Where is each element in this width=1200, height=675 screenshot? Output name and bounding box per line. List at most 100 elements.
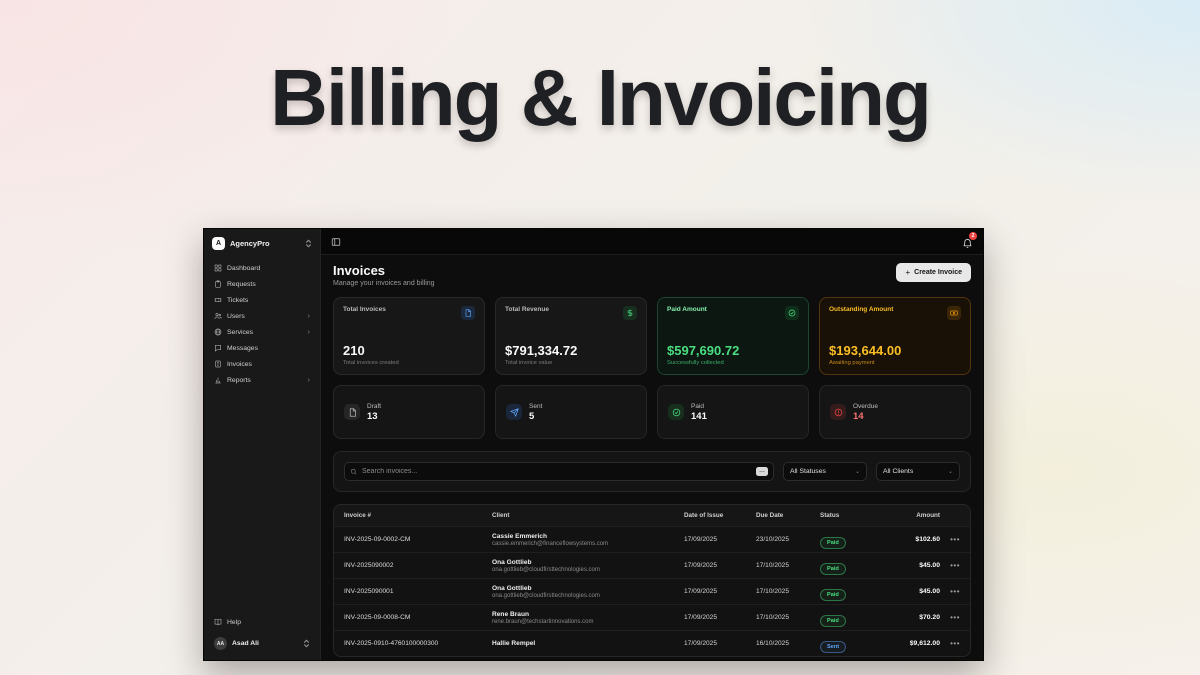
status-badge: Paid [820, 537, 846, 549]
alert-circle-icon [830, 404, 846, 420]
users-icon [214, 312, 222, 320]
search-box[interactable]: ... [344, 462, 774, 481]
due-date: 17/10/2025 [756, 588, 820, 595]
status-filter-select[interactable]: All Statuses ⌄ [783, 462, 867, 481]
client-email: rene.braun@techstartinnovations.com [492, 619, 684, 625]
card-caption: Total invoices created [343, 360, 475, 366]
file-icon [461, 306, 475, 320]
client-email: cassie.emmerich@financeflowsystems.com [492, 541, 684, 547]
issue-date: 17/09/2025 [684, 536, 756, 543]
chevrons-up-down-icon [303, 639, 310, 648]
sidebar-toggle-icon[interactable] [331, 237, 341, 247]
grid-icon [214, 264, 222, 272]
main-area: 2 Invoices Manage your invoices and bill… [321, 229, 983, 660]
card-caption: Awaiting payment [829, 360, 961, 366]
status-card-value: 13 [367, 411, 381, 422]
chevron-down-icon: ⌄ [948, 468, 953, 475]
invoices-table: Invoice # Client Date of Issue Due Date … [333, 504, 971, 657]
search-input[interactable] [362, 468, 751, 475]
issue-date: 17/09/2025 [684, 562, 756, 569]
search-shortcut-badge: ... [756, 467, 768, 476]
table-row[interactable]: INV-2025-09-0008-CM Rene Braun rene.brau… [334, 604, 970, 630]
client-name: Rene Braun [492, 611, 684, 618]
chevron-right-icon: › [308, 377, 310, 384]
sidebar-item-invoices[interactable]: Invoices [210, 357, 314, 371]
sidebar-item-services[interactable]: Services › [210, 325, 314, 339]
status-card-label: Sent [529, 403, 542, 410]
notification-badge: 2 [969, 232, 977, 240]
globe-icon [214, 328, 222, 336]
dollar-icon [623, 306, 637, 320]
user-name: Asad Ali [232, 640, 298, 647]
sidebar-item-label: Tickets [227, 297, 310, 304]
sidebar-item-reports[interactable]: Reports › [210, 373, 314, 387]
sidebar-item-messages[interactable]: Messages [210, 341, 314, 355]
invoice-number: INV-2025-0910-4760100000300 [344, 640, 492, 647]
sidebar: A AgencyPro Dashboard Requests Tickets U… [204, 229, 321, 660]
plus-icon: + [905, 268, 910, 277]
card-value: 210 [343, 343, 475, 358]
create-invoice-button[interactable]: + Create Invoice [896, 263, 971, 282]
col-due-date: Due Date [756, 512, 820, 519]
due-date: 17/10/2025 [756, 562, 820, 569]
table-header: Invoice # Client Date of Issue Due Date … [334, 505, 970, 526]
client-name: Ona Gottlieb [492, 559, 684, 566]
row-actions-button[interactable]: ••• [940, 639, 960, 648]
col-amount: Amount [878, 512, 940, 519]
status-card-label: Draft [367, 403, 381, 410]
row-actions-button[interactable]: ••• [940, 561, 960, 570]
card-value: $597,690.72 [667, 343, 799, 358]
sidebar-item-help[interactable]: Help [210, 616, 314, 628]
notifications-button[interactable]: 2 [962, 236, 973, 247]
row-actions-button[interactable]: ••• [940, 613, 960, 622]
status-card-value: 14 [853, 411, 878, 422]
sidebar-item-dashboard[interactable]: Dashboard [210, 261, 314, 275]
table-row[interactable]: INV-2025090001 Ona Gottlieb ona.gottlieb… [334, 578, 970, 604]
sidebar-item-label: Invoices [227, 361, 310, 368]
due-date: 17/10/2025 [756, 614, 820, 621]
row-actions-button[interactable]: ••• [940, 535, 960, 544]
table-row[interactable]: INV-2025-09-0002-CM Cassie Emmerich cass… [334, 526, 970, 552]
ticket-icon [214, 296, 222, 304]
page-subtitle: Manage your invoices and billing [333, 280, 435, 287]
chevrons-up-down-icon [305, 239, 312, 248]
bar-chart-icon [214, 376, 222, 384]
status-card-label: Paid [691, 403, 707, 410]
message-icon [214, 344, 222, 352]
table-row[interactable]: INV-2025090002 Ona Gottlieb ona.gottlieb… [334, 552, 970, 578]
clipboard-icon [214, 280, 222, 288]
sidebar-item-requests[interactable]: Requests [210, 277, 314, 291]
client-filter-select[interactable]: All Clients ⌄ [876, 462, 960, 481]
sidebar-item-label: Services [227, 329, 303, 336]
sidebar-item-tickets[interactable]: Tickets [210, 293, 314, 307]
table-row[interactable]: INV-2025-0910-4760100000300 Hallie Rempe… [334, 630, 970, 656]
status-cards: Draft 13 Sent 5 Paid 141 [333, 385, 971, 439]
sidebar-item-label: Dashboard [227, 265, 310, 272]
amount: $70.20 [878, 614, 940, 621]
issue-date: 17/09/2025 [684, 588, 756, 595]
invoice-icon [214, 360, 222, 368]
card-label: Total Revenue [505, 306, 549, 313]
due-date: 23/10/2025 [756, 536, 820, 543]
client-name: Hallie Rempel [492, 640, 684, 647]
card-total-invoices: Total Invoices 210 Total invoices create… [333, 297, 485, 375]
card-label: Paid Amount [667, 306, 707, 313]
status-card-value: 5 [529, 411, 542, 422]
card-overdue: Overdue 14 [819, 385, 971, 439]
check-circle-icon [785, 306, 799, 320]
user-menu[interactable]: AA Asad Ali [210, 635, 314, 652]
row-actions-button[interactable]: ••• [940, 587, 960, 596]
status-badge: Paid [820, 563, 846, 575]
filter-bar: ... All Statuses ⌄ All Clients ⌄ [333, 451, 971, 492]
banknote-icon [947, 306, 961, 320]
status-filter-value: All Statuses [790, 468, 826, 475]
sidebar-item-users[interactable]: Users › [210, 309, 314, 323]
client-email: ona.gottlieb@cloudfirsttechnologies.com [492, 593, 684, 599]
col-status: Status [820, 512, 878, 519]
workspace-switcher[interactable]: A AgencyPro [204, 229, 320, 257]
issue-date: 17/09/2025 [684, 640, 756, 647]
invoice-number: INV-2025090002 [344, 562, 492, 569]
chevron-right-icon: › [308, 313, 310, 320]
chevron-down-icon: ⌄ [855, 468, 860, 475]
card-sent: Sent 5 [495, 385, 647, 439]
